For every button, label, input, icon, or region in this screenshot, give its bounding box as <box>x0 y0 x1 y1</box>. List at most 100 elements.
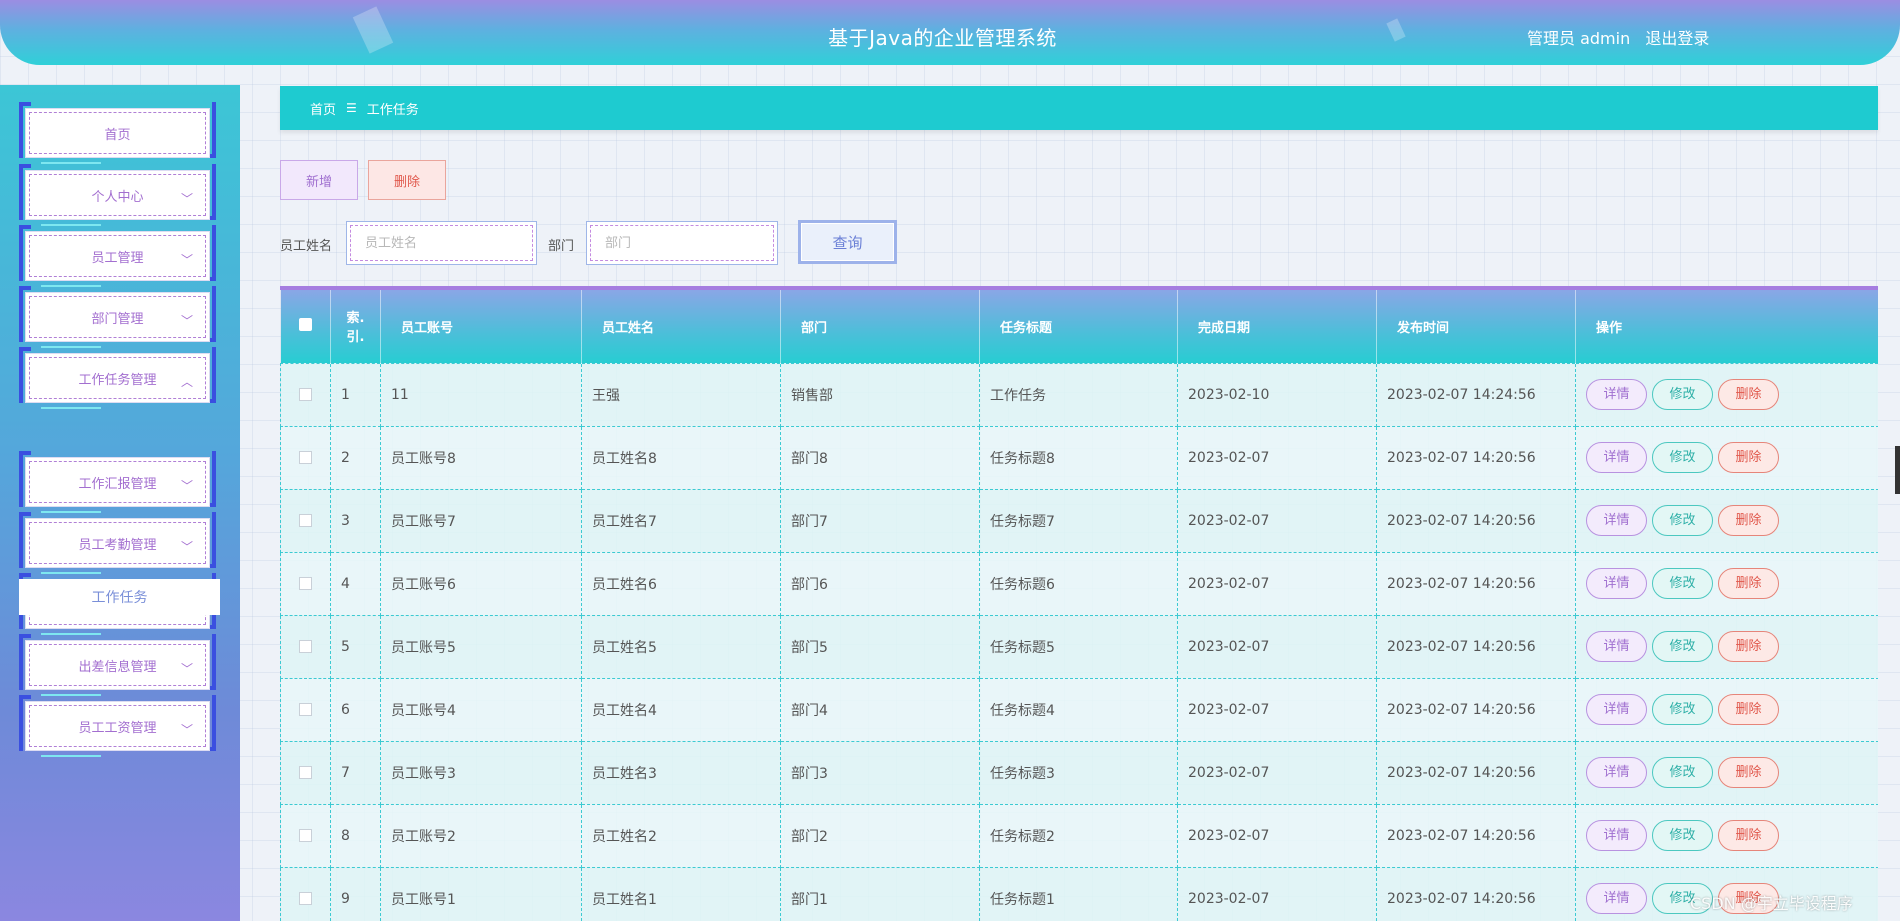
cell-index: 3 <box>330 488 381 553</box>
row-checkbox[interactable] <box>299 388 312 401</box>
sidebar-subitem-work-task[interactable]: 工作任务 <box>19 579 220 615</box>
row-checkbox[interactable] <box>299 451 312 464</box>
table-row: 7 员工账号3 员工姓名3 部门3 任务标题3 2023-02-07 2023-02-07 … <box>280 740 1878 805</box>
delete-button[interactable]: 删除 <box>1718 568 1779 599</box>
delete-button[interactable]: 删除 <box>1718 505 1779 536</box>
sidebar-menu-item[interactable]: 工作汇报管理 ﹀ <box>19 451 216 513</box>
chevron-down-icon: ﹀ <box>180 540 193 554</box>
edit-button[interactable]: 修改 <box>1652 379 1713 410</box>
menu-box: 员工管理 ﹀ <box>25 231 210 281</box>
table-header-row: 索. 引. 员工账号 员工姓名 部门 任务标题 完成日期 发布时间 操作 <box>280 290 1878 363</box>
edit-button[interactable]: 修改 <box>1652 505 1713 536</box>
row-checkbox[interactable] <box>299 577 312 590</box>
employee-name-input[interactable] <box>350 225 533 261</box>
detail-button[interactable]: 详情 <box>1586 442 1647 473</box>
sidebar-menu-item[interactable]: 出差信息管理 ﹀ <box>19 634 216 696</box>
header-dept: 部门 <box>780 290 980 363</box>
delete-button[interactable]: 删除 <box>1718 820 1779 851</box>
page-scrollbar[interactable] <box>1895 446 1900 494</box>
sidebar-menu-item[interactable]: 个人中心 ﹀ <box>19 164 216 226</box>
cell-publish-time: 2023-02-07 14:20:56 <box>1376 488 1576 553</box>
sidebar-menu-item[interactable]: 员工管理 ﹀ <box>19 225 216 287</box>
sidebar-menu-item[interactable]: 员工考勤管理 ﹀ <box>19 512 216 574</box>
cell-finish-date: 2023-02-10 <box>1177 362 1377 427</box>
detail-button[interactable]: 详情 <box>1586 631 1647 662</box>
row-checkbox[interactable] <box>299 892 312 905</box>
row-checkbox[interactable] <box>299 829 312 842</box>
batch-delete-button[interactable]: 删除 <box>368 160 446 200</box>
detail-button[interactable]: 详情 <box>1586 379 1647 410</box>
cell-index: 2 <box>330 425 381 490</box>
edit-button[interactable]: 修改 <box>1652 442 1713 473</box>
query-button[interactable]: 查询 <box>798 220 897 264</box>
cell-name: 员工姓名6 <box>581 551 781 616</box>
cell-finish-date: 2023-02-07 <box>1177 425 1377 490</box>
breadcrumb-current: 工作任务 <box>366 102 419 118</box>
cell-operations: 详情 修改 删除 <box>1575 677 1878 742</box>
row-checkbox[interactable] <box>299 703 312 716</box>
row-checkbox[interactable] <box>299 640 312 653</box>
sidebar-menu-item[interactable]: 首页 <box>19 102 216 164</box>
row-select-cell <box>280 866 331 921</box>
detail-button[interactable]: 详情 <box>1586 568 1647 599</box>
sidebar-item-label: 个人中心 <box>91 189 144 205</box>
menu-box: 工作任务管理 ︿ <box>25 353 210 403</box>
row-checkbox[interactable] <box>299 766 312 779</box>
breadcrumb-home[interactable]: 首页 <box>310 99 336 118</box>
detail-button[interactable]: 详情 <box>1586 694 1647 725</box>
cell-publish-time: 2023-02-07 14:24:56 <box>1376 362 1576 427</box>
breadcrumb: 首页 ☰ 工作任务 <box>280 86 1878 130</box>
row-select-cell <box>280 551 331 616</box>
menu-inner: 员工考勤管理 ﹀ <box>29 522 206 564</box>
row-select-cell <box>280 488 331 553</box>
cell-name: 员工姓名3 <box>581 740 781 805</box>
menu-box: 首页 <box>25 108 210 158</box>
delete-button[interactable]: 删除 <box>1718 631 1779 662</box>
row-select-cell <box>280 677 331 742</box>
sidebar-item-label: 员工考勤管理 <box>78 537 157 553</box>
row-checkbox[interactable] <box>299 514 312 527</box>
delete-button[interactable]: 删除 <box>1718 379 1779 410</box>
edit-button[interactable]: 修改 <box>1652 568 1713 599</box>
sidebar-menu-item[interactable]: 部门管理 ﹀ <box>19 286 216 348</box>
edit-button[interactable]: 修改 <box>1652 631 1713 662</box>
chevron-up-icon: ︿ <box>180 375 193 389</box>
cell-task-title: 任务标题5 <box>979 614 1178 679</box>
detail-button[interactable]: 详情 <box>1586 883 1647 914</box>
header-task-title: 任务标题 <box>979 290 1178 363</box>
edit-button[interactable]: 修改 <box>1652 757 1713 788</box>
sidebar-menu-item[interactable]: 员工工资管理 ﹀ <box>19 695 216 757</box>
delete-button[interactable]: 删除 <box>1718 694 1779 725</box>
logout-link[interactable]: 退出登录 <box>1645 29 1709 48</box>
menu-inner: 工作任务管理 ︿ <box>29 357 206 399</box>
cell-publish-time: 2023-02-07 14:20:56 <box>1376 425 1576 490</box>
cell-task-title: 任务标题2 <box>979 803 1178 868</box>
chevron-down-icon: ﹀ <box>180 479 193 493</box>
edit-button[interactable]: 修改 <box>1652 820 1713 851</box>
edit-button[interactable]: 修改 <box>1652 694 1713 725</box>
cell-name: 员工姓名7 <box>581 488 781 553</box>
cell-finish-date: 2023-02-07 <box>1177 677 1377 742</box>
detail-button[interactable]: 详情 <box>1586 505 1647 536</box>
select-all-checkbox[interactable] <box>298 317 312 331</box>
menu-inner: 员工工资管理 ﹀ <box>29 705 206 747</box>
menu-inner: 部门管理 ﹀ <box>29 296 206 338</box>
department-input[interactable] <box>590 225 774 261</box>
cell-publish-time: 2023-02-07 14:20:56 <box>1376 614 1576 679</box>
row-select-cell <box>280 614 331 679</box>
detail-button[interactable]: 详情 <box>1586 820 1647 851</box>
cell-name: 员工姓名8 <box>581 425 781 490</box>
header-name: 员工姓名 <box>581 290 781 363</box>
delete-button[interactable]: 删除 <box>1718 442 1779 473</box>
detail-button[interactable]: 详情 <box>1586 757 1647 788</box>
chevron-down-icon: ﹀ <box>180 662 193 676</box>
add-button[interactable]: 新增 <box>280 160 358 200</box>
cell-index: 9 <box>330 866 381 921</box>
cell-account: 员工账号1 <box>380 866 582 921</box>
cell-task-title: 任务标题8 <box>979 425 1178 490</box>
delete-button[interactable]: 删除 <box>1718 757 1779 788</box>
cell-account: 员工账号2 <box>380 803 582 868</box>
cell-name: 员工姓名1 <box>581 866 781 921</box>
header-select-all[interactable] <box>280 290 331 363</box>
sidebar-menu-item[interactable]: 工作任务管理 ︿ <box>19 347 216 409</box>
